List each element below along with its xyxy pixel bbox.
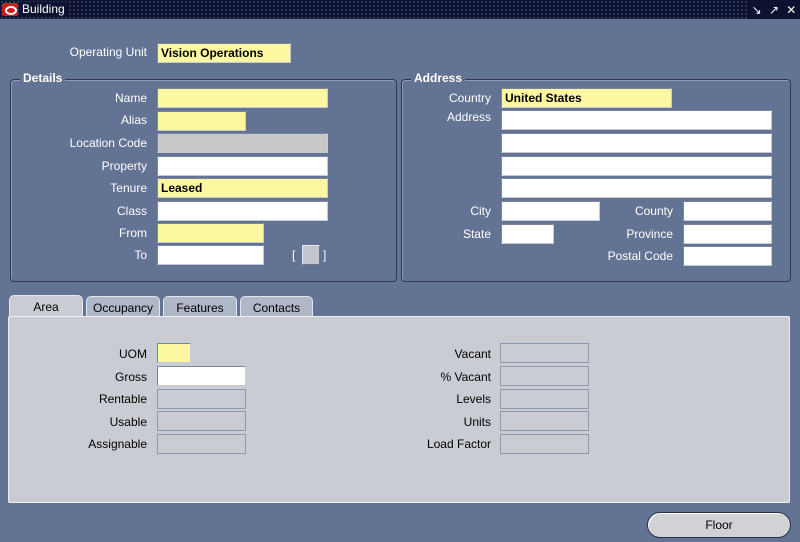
units-field[interactable] — [500, 411, 589, 431]
operating-unit-label: Operating Unit — [69, 45, 147, 59]
units-label: Units — [463, 415, 491, 429]
vacant-field[interactable] — [500, 343, 589, 363]
window-controls: ↘ ↗ ✕ — [748, 0, 800, 19]
pct-vacant-field[interactable] — [500, 366, 589, 386]
descriptive-flexfield-button[interactable] — [302, 245, 320, 265]
state-label: State — [462, 227, 491, 241]
uom-label: UOM — [119, 347, 147, 361]
descriptive-flexfield-bracket-open: [ — [292, 248, 296, 262]
rentable-field[interactable] — [157, 389, 246, 409]
alias-label: Alias — [120, 113, 147, 127]
floor-button[interactable]: Floor — [647, 512, 791, 538]
assignable-field[interactable] — [157, 434, 246, 454]
postal-code-field[interactable] — [683, 246, 772, 266]
class-field[interactable] — [157, 201, 328, 221]
tenure-label: Tenure — [110, 181, 147, 195]
to-label: To — [134, 248, 147, 262]
address-label: Address — [446, 110, 491, 124]
to-date-field[interactable] — [157, 245, 264, 265]
from-label: From — [119, 226, 147, 240]
address-line-1-field[interactable] — [501, 110, 772, 130]
country-field[interactable]: United States — [501, 88, 672, 108]
province-field[interactable] — [683, 224, 772, 244]
close-icon[interactable]: ✕ — [786, 3, 796, 17]
tenure-field[interactable]: Leased — [157, 178, 328, 198]
name-field[interactable] — [157, 88, 328, 108]
vacant-label: Vacant — [454, 347, 491, 361]
name-label: Name — [114, 91, 147, 105]
oracle-logo-icon — [2, 3, 18, 16]
usable-label: Usable — [109, 415, 147, 429]
operating-unit-field[interactable]: Vision Operations — [157, 43, 291, 63]
location-code-label: Location Code — [69, 136, 147, 150]
property-field[interactable] — [157, 156, 328, 176]
maximize-icon[interactable]: ↗ — [769, 3, 779, 17]
rentable-label: Rentable — [98, 392, 147, 406]
property-label: Property — [101, 159, 147, 173]
area-tab-panel: UOM Gross Rentable Usable Assignable Vac… — [8, 316, 790, 503]
tab-features[interactable]: Features — [163, 296, 237, 318]
details-group-title: Details — [20, 71, 66, 85]
postal-code-label: Postal Code — [607, 249, 673, 263]
gross-label: Gross — [114, 370, 147, 384]
county-field[interactable] — [683, 201, 772, 221]
title-bar: Building ↘ ↗ ✕ — [0, 0, 800, 19]
pct-vacant-label: % Vacant — [440, 370, 491, 384]
window-title: Building — [20, 2, 69, 17]
levels-field[interactable] — [500, 389, 589, 409]
county-label: County — [634, 204, 673, 218]
load-factor-label: Load Factor — [426, 437, 491, 451]
address-group-title: Address — [411, 71, 466, 85]
tab-contacts[interactable]: Contacts — [240, 296, 313, 318]
address-line-3-field[interactable] — [501, 156, 772, 176]
city-label: City — [470, 204, 491, 218]
province-label: Province — [626, 227, 673, 241]
usable-field[interactable] — [157, 411, 246, 431]
class-label: Class — [116, 204, 147, 218]
country-label: Country — [448, 91, 491, 105]
address-line-4-field[interactable] — [501, 178, 772, 198]
minimize-icon[interactable]: ↘ — [752, 3, 762, 17]
assignable-label: Assignable — [88, 437, 147, 451]
from-date-field[interactable] — [157, 223, 264, 243]
alias-field[interactable] — [157, 111, 246, 131]
address-line-2-field[interactable] — [501, 133, 772, 153]
tab-occupancy[interactable]: Occupancy — [86, 296, 160, 318]
load-factor-field[interactable] — [500, 434, 589, 454]
uom-field[interactable] — [157, 343, 191, 363]
location-code-field[interactable] — [157, 133, 328, 153]
descriptive-flexfield-bracket-close: ] — [323, 248, 327, 262]
state-field[interactable] — [501, 224, 554, 244]
gross-field[interactable] — [157, 366, 246, 386]
city-field[interactable] — [501, 201, 600, 221]
levels-label: Levels — [456, 392, 491, 406]
